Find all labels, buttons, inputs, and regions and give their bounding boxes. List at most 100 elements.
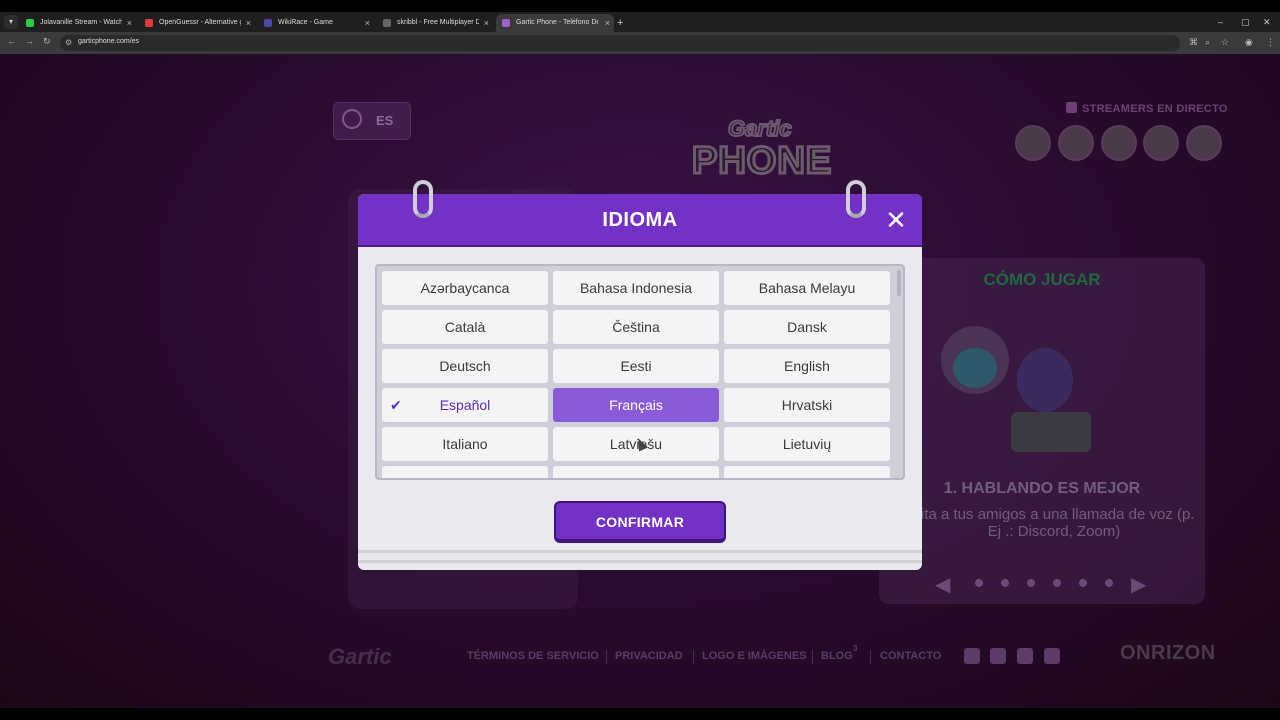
- streamers-title: STREAMERS EN DIRECTO: [1066, 102, 1228, 115]
- language-button[interactable]: ES: [333, 102, 411, 140]
- profile-icon[interactable]: ◉: [1245, 37, 1253, 48]
- how-to-play-title: CÓMO JUGAR: [983, 270, 1101, 289]
- close-tab-icon[interactable]: ×: [365, 14, 370, 32]
- close-tab-icon[interactable]: ×: [246, 14, 251, 32]
- instagram-icon[interactable]: [1044, 648, 1060, 664]
- tab-search-button[interactable]: ▾: [4, 15, 18, 29]
- twitch-icon: [1066, 102, 1077, 113]
- language-option[interactable]: Bahasa Indonesia: [553, 271, 719, 305]
- language-option[interactable]: Azərbaycanca: [382, 271, 548, 305]
- discord-icon[interactable]: [1017, 648, 1033, 664]
- maximize-icon[interactable]: ▢: [1241, 14, 1250, 30]
- scrollbar-track[interactable]: [897, 270, 901, 474]
- language-option[interactable]: Hrvatski: [724, 388, 890, 422]
- x-twitter-icon[interactable]: [964, 648, 980, 664]
- footer-link-terms[interactable]: TÉRMINOS DE SERVICIO: [467, 650, 599, 662]
- streamer-avatar[interactable]: [1101, 125, 1137, 161]
- minimize-icon[interactable]: –: [1218, 14, 1223, 30]
- streamer-avatar[interactable]: [1058, 125, 1094, 161]
- close-modal-button[interactable]: ✕: [882, 206, 910, 234]
- how-to-play-step-title: 1. HABLANDO ES MEJOR: [943, 480, 1141, 497]
- url-field[interactable]: ⚙ garticphone.com/es: [60, 35, 1180, 51]
- blog-badge: 3: [853, 644, 858, 653]
- browser-tab-active[interactable]: Gartic Phone - Teléfono Desco ×: [496, 14, 614, 32]
- close-tab-icon[interactable]: ×: [605, 14, 610, 32]
- language-option[interactable]: Čeština: [553, 310, 719, 344]
- close-window-icon[interactable]: ✕: [1263, 14, 1271, 30]
- tab-favicon: [264, 19, 272, 27]
- footer-divider: [606, 650, 607, 664]
- language-option[interactable]: English: [724, 349, 890, 383]
- language-option[interactable]: Lietuvių: [724, 427, 890, 461]
- browser-tab-1[interactable]: Jolavanille Stream - Watch Live ×: [20, 14, 136, 32]
- footer-divider: [812, 650, 813, 664]
- close-tab-icon[interactable]: ×: [484, 14, 489, 32]
- how-to-play-panel: CÓMO JUGAR 1. HABLANDO ES MEJOR vita a t…: [879, 258, 1205, 604]
- language-modal: IDIOMA ✕ Azərbaycanca Bahasa Indonesia B…: [358, 180, 922, 570]
- next-arrow-icon[interactable]: ▶: [1131, 572, 1146, 597]
- site-info-icon[interactable]: ⚙: [65, 38, 72, 47]
- language-option[interactable]: Català: [382, 310, 548, 344]
- url-text: garticphone.com/es: [78, 38, 140, 45]
- tab-favicon: [145, 19, 153, 27]
- reload-icon[interactable]: ↻: [43, 36, 51, 47]
- scrollbar-thumb[interactable]: [897, 270, 901, 296]
- language-option[interactable]: [724, 466, 890, 478]
- browser-tab-3[interactable]: WikiRace - Game ×: [258, 14, 374, 32]
- language-option-hovered[interactable]: Français: [553, 388, 719, 422]
- language-option[interactable]: [382, 466, 548, 478]
- footer-link-blog[interactable]: BLOG: [821, 650, 853, 662]
- tab-title: skribbl - Free Multiplayer Draw: [397, 19, 479, 26]
- bookmark-star-icon[interactable]: ☆: [1221, 37, 1229, 48]
- confirm-button[interactable]: CONFIRMAR: [554, 501, 726, 543]
- tab-title: Jolavanille Stream - Watch Live: [40, 19, 122, 26]
- browser-tab-2[interactable]: OpenGuessr - Alternative gratis ×: [139, 14, 255, 32]
- streamer-avatar[interactable]: [1186, 125, 1222, 161]
- how-to-play-step-text: vita a tus amigos a una llamada de voz (…: [913, 506, 1195, 540]
- language-option[interactable]: Dansk: [724, 310, 890, 344]
- language-code: ES: [376, 113, 394, 128]
- modal-header: IDIOMA ✕: [358, 194, 922, 247]
- language-option[interactable]: Bahasa Melayu: [724, 271, 890, 305]
- tab-favicon: [26, 19, 34, 27]
- menu-dots-icon[interactable]: ⋮: [1266, 37, 1275, 48]
- carousel-dot[interactable]: [1001, 579, 1009, 587]
- tab-favicon: [383, 19, 391, 27]
- close-tab-icon[interactable]: ×: [127, 14, 132, 32]
- footer-link-privacy[interactable]: PRIVACIDAD: [615, 650, 683, 662]
- globe-icon: [342, 109, 362, 129]
- checkmark-icon: ✔: [390, 397, 402, 413]
- forward-arrow-icon[interactable]: →: [25, 36, 34, 46]
- carousel-dot[interactable]: [1027, 579, 1035, 587]
- translate-icon[interactable]: ⌘: [1189, 37, 1198, 48]
- streamer-avatar[interactable]: [1015, 125, 1051, 161]
- language-option[interactable]: Eesti: [553, 349, 719, 383]
- tab-favicon: [502, 19, 510, 27]
- binder-ring-right: [846, 180, 866, 218]
- language-option[interactable]: Italiano: [382, 427, 548, 461]
- footer-divider: [693, 650, 694, 664]
- prev-arrow-icon[interactable]: ◀: [935, 572, 950, 597]
- footer-link-contact[interactable]: CONTACTO: [880, 650, 941, 662]
- carousel-dot[interactable]: [1105, 579, 1113, 587]
- carousel-dot[interactable]: [1079, 579, 1087, 587]
- new-tab-button[interactable]: +: [617, 14, 623, 32]
- back-arrow-icon[interactable]: ←: [7, 36, 16, 46]
- tab-title: OpenGuessr - Alternative gratis: [159, 19, 241, 26]
- gartic-phone-logo: Gartic PHONE: [688, 98, 858, 194]
- language-option[interactable]: [553, 466, 719, 478]
- modal-title: IDIOMA: [602, 209, 678, 231]
- browser-tab-4[interactable]: skribbl - Free Multiplayer Draw ×: [377, 14, 493, 32]
- footer-gartic-logo[interactable]: Gartic: [328, 644, 392, 670]
- zoom-icon[interactable]: ⌕: [1205, 37, 1210, 48]
- carousel-dot[interactable]: [975, 579, 983, 587]
- logo-line-2: PHONE: [690, 139, 833, 184]
- paper-edge: [358, 550, 922, 553]
- footer-link-logo[interactable]: LOGO E IMÁGENES: [702, 650, 807, 662]
- language-option[interactable]: Deutsch: [382, 349, 548, 383]
- language-option-selected[interactable]: ✔ Español: [382, 388, 548, 422]
- youtube-icon[interactable]: [990, 648, 1006, 664]
- logo-line-1: Gartic: [727, 115, 793, 142]
- streamer-avatar[interactable]: [1143, 125, 1179, 161]
- carousel-dot[interactable]: [1053, 579, 1061, 587]
